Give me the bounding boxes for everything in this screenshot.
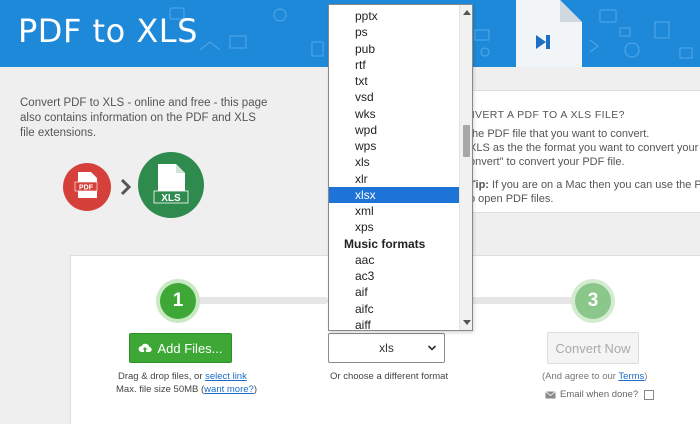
- progress-track-1: [196, 297, 328, 304]
- format-select-value: xls: [379, 341, 394, 355]
- dropdown-option[interactable]: ac3: [329, 268, 459, 284]
- max-size-label: Max. file size 50MB (: [116, 384, 205, 395]
- drag-drop-text: Drag & drop files, or select link: [118, 371, 247, 382]
- scroll-up-arrow-icon[interactable]: [463, 10, 471, 15]
- how-to-line-3: onvert" to convert your PDF file.: [469, 156, 625, 168]
- email-when-done: Email when done?: [545, 389, 655, 400]
- dropdown-option[interactable]: xps: [329, 219, 459, 235]
- terms-link[interactable]: Terms: [618, 371, 644, 382]
- agree-label: (And agree to our: [542, 371, 619, 382]
- dropdown-option[interactable]: aiff: [329, 317, 459, 330]
- dropdown-option[interactable]: ps: [329, 24, 459, 40]
- pdf-to-xls-graphic: PDF XLS: [63, 152, 204, 218]
- add-files-button[interactable]: Add Files...: [129, 333, 232, 363]
- dropdown-option[interactable]: xls: [329, 154, 459, 170]
- dropdown-option[interactable]: txt: [329, 73, 459, 89]
- email-checkbox[interactable]: [644, 389, 655, 400]
- max-size-text: Max. file size 50MB (want more?): [116, 384, 257, 395]
- xls-icon-label: XLS: [161, 193, 181, 204]
- scroll-down-arrow-icon[interactable]: [463, 320, 471, 325]
- dropdown-option[interactable]: wpd: [329, 122, 459, 138]
- step-1-badge: 1: [160, 283, 196, 319]
- format-select[interactable]: xls: [328, 333, 445, 363]
- format-hint: Or choose a different format: [330, 371, 449, 382]
- email-label: Email when done?: [560, 389, 639, 400]
- document-illustration: [516, 0, 582, 67]
- intro-text: Convert PDF to XLS - online and free - t…: [20, 97, 268, 139]
- envelope-icon: [545, 390, 556, 398]
- dropdown-group-label: Music formats: [344, 236, 426, 251]
- dropdown-option[interactable]: xlr: [329, 171, 459, 187]
- agree-text: (And agree to our Terms): [542, 371, 647, 382]
- dropdown-option[interactable]: vsd: [329, 89, 459, 105]
- dropdown-option[interactable]: xml: [329, 203, 459, 219]
- how-to-box: NVERT A PDF TO A XLS FILE? the PDF file …: [455, 90, 700, 213]
- scrollbar-thumb[interactable]: [463, 125, 470, 157]
- dropdown-option[interactable]: wks: [329, 106, 459, 122]
- dropdown-option[interactable]: wps: [329, 138, 459, 154]
- dropdown-option[interactable]: rtf: [329, 57, 459, 73]
- how-to-heading: NVERT A PDF TO A XLS FILE?: [467, 109, 625, 121]
- dropdown-option[interactable]: aif: [329, 284, 459, 300]
- tip-text: If you are on a Mac then you can use the…: [488, 179, 700, 191]
- add-files-label: Add Files...: [157, 340, 223, 356]
- chevron-down-icon: [427, 345, 437, 351]
- how-to-line-2: XLS as the the format you want to conver…: [469, 142, 700, 154]
- drag-drop-label: Drag & drop files, or: [118, 371, 206, 382]
- dropdown-option[interactable]: xlsx: [329, 186, 459, 203]
- how-to-line-5: o open PDF files.: [469, 193, 554, 205]
- select-link[interactable]: select link: [205, 371, 247, 382]
- step-3-badge: 3: [575, 283, 611, 319]
- agree-close: ): [644, 371, 648, 382]
- dropdown-option[interactable]: aac: [329, 252, 459, 268]
- cloud-upload-icon: [139, 343, 153, 353]
- how-to-line-1: the PDF file that you want to convert.: [469, 128, 650, 140]
- how-to-tip-line: Tip: If you are on a Mac then you can us…: [469, 178, 700, 193]
- progress-track-2: [470, 297, 575, 304]
- dropdown-option[interactable]: aifc: [329, 301, 459, 317]
- dropdown-option[interactable]: pptx: [329, 8, 459, 24]
- dropdown-scrollbar[interactable]: [459, 5, 472, 330]
- max-size-close: ): [253, 384, 257, 395]
- format-dropdown-list[interactable]: pptx ps pub rtf txt vsd wks wpd wps xls xlr xlsx xml…: [328, 4, 473, 331]
- brand-title[interactable]: PDF to XLS: [18, 12, 198, 50]
- convert-now-button[interactable]: Convert Now: [547, 332, 639, 364]
- format-icons: PDF XLS: [63, 150, 213, 220]
- pdf-icon-label: PDF: [79, 185, 94, 192]
- want-more-link[interactable]: want more?: [204, 384, 254, 395]
- dropdown-option[interactable]: pub: [329, 41, 459, 57]
